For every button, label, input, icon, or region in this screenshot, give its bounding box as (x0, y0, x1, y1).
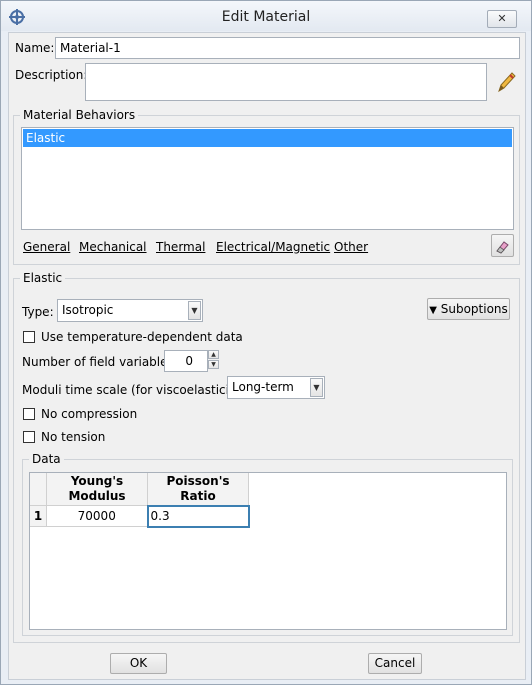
chevron-down-icon: ▼ (310, 378, 323, 397)
name-input-value: Material-1 (60, 41, 121, 55)
name-input[interactable]: Material-1 (55, 37, 520, 59)
field-vars-value: 0 (185, 354, 193, 368)
moduli-select[interactable]: Long-term ▼ (227, 376, 325, 399)
no-tension-checkbox[interactable] (23, 431, 35, 443)
behaviors-list[interactable]: Elastic (21, 127, 514, 230)
name-label: Name: (15, 41, 55, 55)
material-behaviors-title: Material Behaviors (20, 108, 139, 122)
type-select-value: Isotropic (62, 303, 114, 317)
row-index: 1 (30, 505, 47, 527)
description-label: Description: (15, 68, 88, 82)
edit-material-dialog: Edit Material ✕ Name: Material-1 Descrip… (0, 0, 532, 685)
field-vars-label: Number of field variables: (22, 355, 178, 369)
row-header-corner (30, 473, 47, 506)
ok-button[interactable]: OK (110, 653, 167, 674)
close-button[interactable]: ✕ (487, 10, 517, 28)
elastic-title: Elastic (20, 271, 66, 285)
temp-dependent-checkbox[interactable] (23, 331, 35, 343)
dialog-body: Name: Material-1 Description: Material B… (8, 32, 526, 680)
spin-down-icon[interactable]: ▼ (208, 360, 219, 369)
title-bar[interactable]: Edit Material ✕ (1, 1, 531, 31)
menu-other[interactable]: Other (334, 240, 368, 254)
eraser-icon (496, 241, 509, 254)
type-select[interactable]: Isotropic ▼ (57, 299, 203, 322)
moduli-select-value: Long-term (232, 380, 294, 394)
data-table-area[interactable]: Young's Modulus Poisson's Ratio 1 70000 (29, 472, 507, 630)
menu-general[interactable]: General (23, 240, 70, 254)
type-label: Type: (22, 305, 54, 319)
pencil-icon[interactable] (495, 69, 517, 95)
column-header-poisson[interactable]: Poisson's Ratio (147, 473, 249, 506)
close-icon: ✕ (497, 12, 507, 25)
description-input[interactable] (85, 63, 487, 101)
caret-down-icon: ▼ (429, 305, 437, 316)
cell-youngs[interactable]: 70000 (46, 505, 148, 527)
field-vars-input[interactable]: 0 (164, 350, 208, 372)
elastic-group: Elastic Type: Isotropic ▼ ▼ Suboptions U… (13, 271, 520, 643)
menu-thermal[interactable]: Thermal (156, 240, 205, 254)
suboptions-button[interactable]: ▼ Suboptions (427, 298, 510, 320)
column-header-youngs[interactable]: Young's Modulus (46, 473, 148, 506)
data-group: Data Young's Modulus Poisson's Ratio 1 7… (22, 452, 513, 636)
cancel-button[interactable]: Cancel (368, 653, 422, 674)
data-table: Young's Modulus Poisson's Ratio 1 70000 (30, 473, 250, 528)
behaviors-menu-bar: General Mechanical Thermal Electrical/Ma… (21, 240, 481, 258)
no-compression-checkbox[interactable] (23, 408, 35, 420)
cell-poisson[interactable]: 0.3 (146, 504, 250, 528)
delete-behavior-button[interactable] (491, 234, 514, 257)
spin-up-icon[interactable]: ▲ (208, 350, 219, 359)
list-item[interactable]: Elastic (23, 129, 512, 147)
table-row: 1 70000 0.3 (30, 504, 250, 528)
chevron-down-icon: ▼ (188, 301, 201, 320)
suboptions-label: Suboptions (440, 302, 508, 316)
menu-mechanical[interactable]: Mechanical (79, 240, 147, 254)
material-behaviors-group: Material Behaviors Elastic General Mecha… (13, 108, 520, 265)
no-tension-label: No tension (41, 430, 106, 444)
temp-dependent-label: Use temperature-dependent data (41, 330, 243, 344)
data-title: Data (29, 452, 64, 466)
moduli-label: Moduli time scale (for viscoelasticity): (22, 383, 250, 397)
menu-electrical-magnetic[interactable]: Electrical/Magnetic (216, 240, 330, 254)
no-compression-label: No compression (41, 407, 138, 421)
window-title: Edit Material (221, 9, 311, 25)
